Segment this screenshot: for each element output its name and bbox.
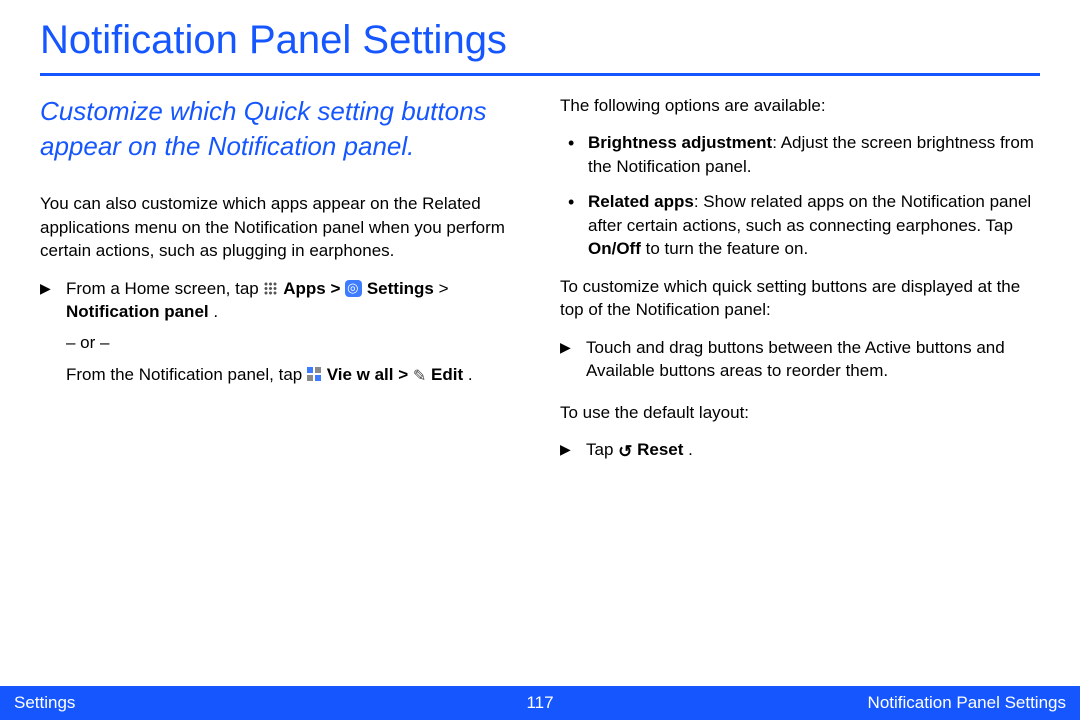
page-title: Notification Panel Settings [0,0,1080,71]
edit-label: Edit [431,365,463,384]
or-separator: – or – [40,331,520,354]
sep: > [330,279,345,298]
page-footer: Settings 117 Notification Panel Settings [0,686,1080,720]
view-all-label: Vie w all [327,365,394,384]
sep: > [439,279,449,298]
left-column: Customize which Quick setting buttons ap… [40,94,520,469]
step-notif-panel: From the Notification panel, tap Vie w a… [40,363,520,388]
sep: > [398,365,413,384]
apps-icon [263,281,278,296]
edit-icon: ✎ [413,366,426,388]
step-reorder: Touch and drag buttons between the Activ… [560,336,1040,383]
notif-panel-label: Notification panel [66,302,209,321]
text: From a Home screen, tap [66,279,263,298]
left-intro: You can also customize which apps appear… [40,192,520,262]
option-label: Related apps [588,192,694,211]
text: From the Notification panel, tap [66,365,307,384]
footer-page-number: 117 [526,693,553,713]
right-intro: The following options are available: [560,94,1040,117]
dot: . [468,365,473,384]
apps-label: Apps [283,279,326,298]
dot: . [213,302,218,321]
default-intro: To use the default layout: [560,401,1040,424]
option-list: Brightness adjustment: Adjust the screen… [560,131,1040,260]
footer-right: Notification Panel Settings [868,693,1066,713]
option-label: Brightness adjustment [588,133,772,152]
step-reset: Tap ↺ Reset . [560,438,1040,463]
option-brightness: Brightness adjustment: Adjust the screen… [588,131,1040,178]
customize-intro: To customize which quick setting buttons… [560,275,1040,322]
onoff-label: On/Off [588,239,641,258]
content-columns: Customize which Quick setting buttons ap… [0,76,1080,469]
text: Tap [586,440,618,459]
settings-label: Settings [367,279,434,298]
option-related-apps: Related apps: Show related apps on the N… [588,190,1040,260]
settings-icon [345,280,362,297]
step-home-screen: From a Home screen, tap Apps > Settings … [40,277,520,324]
text: Touch and drag buttons between the Activ… [586,338,1005,380]
right-column: The following options are available: Bri… [560,94,1040,469]
dot: . [688,440,693,459]
reset-label: Reset [637,440,683,459]
option-body: to turn the feature on. [641,239,808,258]
lead-blurb: Customize which Quick setting buttons ap… [40,94,520,164]
reset-icon: ↺ [618,440,632,463]
view-all-icon [307,367,322,382]
footer-left: Settings [14,693,75,713]
